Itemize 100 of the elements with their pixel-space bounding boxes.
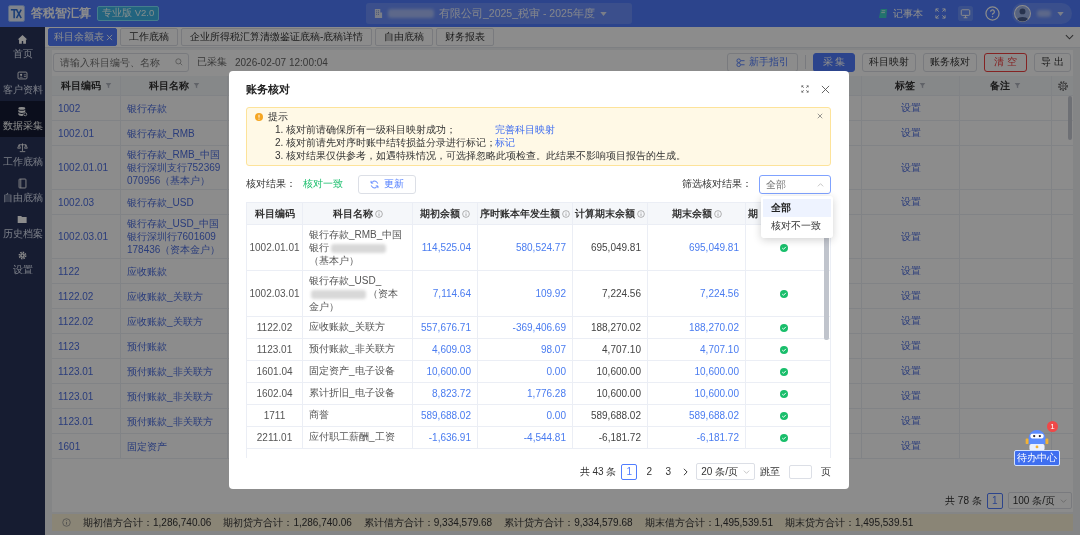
- sidebar-item[interactable]: 工作底稿: [0, 137, 45, 173]
- column-header: 计算期末余额: [575, 206, 635, 221]
- dropdown-option[interactable]: 全部: [763, 199, 831, 217]
- amount-link[interactable]: 589,688.02: [420, 410, 471, 421]
- set-link[interactable]: 设置: [900, 264, 921, 278]
- amount-link[interactable]: 188,270.02: [688, 322, 739, 333]
- info-icon[interactable]: [462, 209, 470, 218]
- dropdown-option[interactable]: 核对不一致: [763, 217, 831, 235]
- filter-icon[interactable]: [192, 82, 200, 89]
- set-link[interactable]: 设置: [900, 160, 921, 175]
- amount-link[interactable]: 695,049.81: [688, 242, 739, 253]
- amount-link[interactable]: 557,676.71: [420, 322, 471, 333]
- page-input[interactable]: [789, 464, 812, 479]
- tab[interactable]: 财务报表: [436, 28, 495, 46]
- caret-icon: [599, 11, 607, 16]
- page-size-select[interactable]: 100 条/页: [1007, 492, 1072, 509]
- chevron-down-icon[interactable]: [1065, 34, 1074, 40]
- page-number[interactable]: 3: [661, 464, 676, 479]
- info-icon[interactable]: [562, 209, 570, 218]
- account-name: 固定资产_电子设备: [309, 365, 395, 376]
- amount-link[interactable]: -6,181.72: [696, 432, 739, 443]
- page-number[interactable]: 2: [642, 464, 657, 479]
- toolbar-button[interactable]: 新手指引: [726, 52, 798, 72]
- set-link[interactable]: 设置: [900, 314, 921, 328]
- amount-link[interactable]: 8,823.72: [432, 388, 471, 399]
- amount-link[interactable]: 7,114.64: [432, 288, 471, 299]
- settings-icon[interactable]: [1056, 79, 1069, 92]
- sidebar-item[interactable]: 设置: [0, 245, 45, 281]
- monitor-icon[interactable]: [958, 6, 973, 21]
- info-icon[interactable]: [637, 209, 645, 218]
- filter-select[interactable]: 全部: [759, 174, 831, 194]
- amount-link[interactable]: -4,544.81: [523, 432, 566, 443]
- toolbar-button[interactable]: 账务核对: [923, 52, 978, 72]
- close-icon[interactable]: [817, 113, 823, 119]
- refresh-button[interactable]: 更新: [358, 174, 416, 194]
- help-icon[interactable]: [985, 6, 1000, 21]
- notice-link[interactable]: 完善科目映射: [495, 123, 555, 136]
- amount-link[interactable]: 0.00: [546, 366, 566, 377]
- amount-link[interactable]: 580,524.77: [515, 242, 566, 253]
- filter-icon[interactable]: [1014, 82, 1021, 89]
- set-link[interactable]: 设置: [900, 364, 921, 378]
- folder-icon: [17, 213, 28, 225]
- close-icon[interactable]: [821, 84, 830, 94]
- fullscreen-icon[interactable]: [935, 8, 946, 19]
- next-page-icon[interactable]: [683, 467, 689, 476]
- amount-link[interactable]: 7,224.56: [700, 288, 739, 299]
- total-value: 期末借方合计：1,495,539.51: [644, 515, 773, 530]
- tab[interactable]: 自由底稿: [375, 28, 434, 46]
- book-icon: [17, 177, 28, 189]
- set-link[interactable]: 设置: [900, 126, 921, 140]
- column-header: 序时账本年发生额: [480, 206, 560, 221]
- amount-link[interactable]: 10,600.00: [426, 366, 471, 377]
- set-link[interactable]: 设置: [900, 339, 921, 353]
- toolbar-button[interactable]: 清 空: [984, 52, 1028, 72]
- page-number[interactable]: 1: [621, 463, 638, 480]
- page-number[interactable]: 1: [986, 492, 1003, 509]
- toolbar-button[interactable]: 科目映射: [862, 52, 917, 72]
- filter-icon[interactable]: [919, 82, 926, 89]
- info-icon[interactable]: [374, 209, 383, 218]
- tab[interactable]: 科目余额表: [48, 28, 117, 46]
- todo-center-label[interactable]: 待办中心: [1014, 450, 1060, 466]
- set-link[interactable]: 设置: [900, 229, 921, 244]
- toolbar-button[interactable]: 导 出: [1034, 52, 1071, 72]
- filter-icon[interactable]: [104, 82, 112, 89]
- amount-link[interactable]: 10,600.00: [694, 388, 739, 399]
- tab[interactable]: 工作底稿: [120, 28, 178, 46]
- info-icon[interactable]: [713, 209, 722, 218]
- set-link[interactable]: 设置: [900, 101, 921, 115]
- toolbar-button[interactable]: 采 集: [812, 52, 856, 72]
- chevron-down-icon: [743, 469, 750, 474]
- set-link[interactable]: 设置: [900, 389, 921, 403]
- account-code: 1002: [58, 102, 81, 114]
- sidebar-item[interactable]: 自由底稿: [0, 173, 45, 209]
- amount-link[interactable]: -1,636.91: [428, 432, 471, 443]
- set-link[interactable]: 设置: [900, 289, 921, 303]
- info-icon: [62, 518, 71, 527]
- sidebar-item[interactable]: 数据采集: [0, 101, 45, 137]
- amount-link[interactable]: 1,776.28: [527, 388, 566, 399]
- set-link[interactable]: 设置: [900, 195, 921, 209]
- amount-link[interactable]: 4,609.03: [432, 344, 471, 355]
- sidebar-item[interactable]: 首页: [0, 29, 45, 65]
- amount-link[interactable]: 10,600.00: [694, 366, 739, 377]
- amount-link[interactable]: 109.92: [535, 288, 566, 299]
- amount-link[interactable]: 114,525.04: [421, 242, 471, 253]
- page-size-select[interactable]: 20 条/页: [696, 463, 755, 480]
- amount-link[interactable]: 589,688.02: [688, 410, 739, 421]
- search-field[interactable]: 请输入科目编号、名称: [53, 52, 189, 72]
- column-header: 期初余额: [420, 206, 460, 221]
- amount-link[interactable]: 0.00: [546, 410, 566, 421]
- tab[interactable]: 企业所得税汇算清缴鉴证底稿-底稿详情: [181, 28, 373, 46]
- notepad-button[interactable]: 记事本: [878, 6, 923, 21]
- amount-link[interactable]: 4,707.10: [700, 344, 739, 355]
- notice-link[interactable]: 标记: [495, 136, 515, 149]
- set-link[interactable]: 设置: [900, 414, 921, 428]
- sidebar-item[interactable]: 历史档案: [0, 209, 45, 245]
- set-link[interactable]: 设置: [900, 439, 921, 453]
- sidebar-item[interactable]: 客户资料: [0, 65, 45, 101]
- amount-link[interactable]: -369,406.69: [512, 322, 566, 333]
- amount-link[interactable]: 98.07: [540, 344, 566, 355]
- expand-icon[interactable]: [801, 85, 809, 93]
